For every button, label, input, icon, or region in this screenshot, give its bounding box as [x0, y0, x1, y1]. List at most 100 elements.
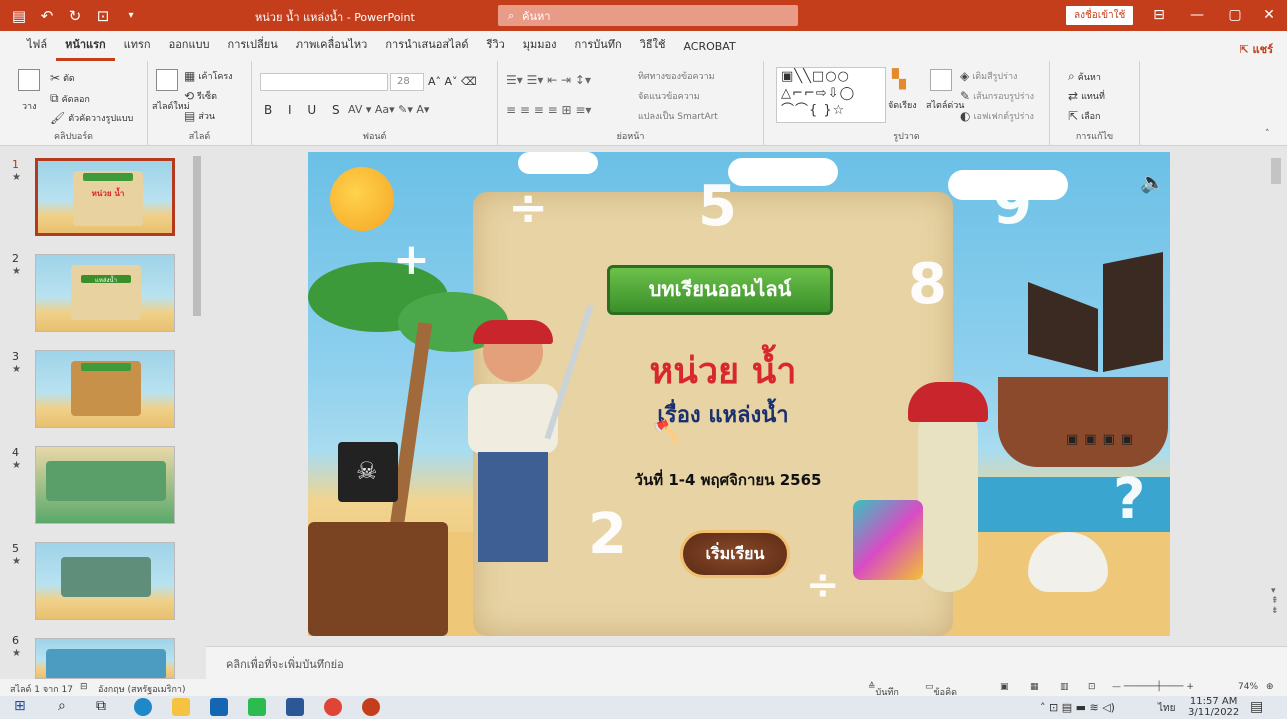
collapse-ribbon-icon[interactable]: ˄ [1265, 129, 1270, 139]
notification-icon[interactable]: ▤ [1250, 699, 1263, 715]
tab-animations[interactable]: ภาพเคลื่อนไหว [287, 35, 377, 61]
customize-qat-icon[interactable]: ▾ [120, 10, 142, 21]
scrollbar-thumb[interactable] [1271, 158, 1281, 184]
tab-file[interactable]: ไฟล์ [18, 35, 56, 61]
word-icon[interactable] [286, 698, 304, 716]
align-buttons[interactable]: ≡ ≡ ≡ ≡ ⊞ ≡▾ [506, 103, 591, 117]
slide-sorter-icon[interactable]: ▦ [1030, 682, 1039, 692]
line-app-icon[interactable] [248, 698, 266, 716]
clock[interactable]: 11:57 AM 3/11/2022 [1188, 696, 1239, 718]
arrange-button[interactable]: จัดเรียง [888, 98, 917, 112]
slide-nav-arrows[interactable]: ▾ ⇞ ⇟ [1271, 586, 1279, 616]
align-text-button[interactable]: จัดแนวข้อความ [638, 89, 700, 103]
tab-help[interactable]: วิธีใช้ [631, 35, 675, 61]
slideshow-icon[interactable]: ⊡ [1088, 682, 1096, 692]
format-painter-label: ตัวคัดวางรูปแบบ [68, 114, 134, 124]
normal-view-icon[interactable]: ▣ [1000, 682, 1009, 692]
reset-button[interactable]: ⟲ รีเซ็ต [184, 89, 217, 103]
format-painter-button[interactable]: 🖌 ตัวคัดวางรูปแบบ [50, 111, 133, 125]
cut-button[interactable]: ✂ ตัด [50, 71, 75, 85]
windows-start-icon[interactable]: ⊞ [14, 698, 32, 716]
minimize-icon[interactable]: — [1178, 0, 1216, 31]
save-icon[interactable]: ▤ [8, 7, 30, 25]
undo-icon[interactable]: ↶ [36, 7, 58, 25]
start-lesson-button[interactable]: เริ่มเรียน [680, 530, 790, 578]
slide-thumbnail[interactable] [35, 350, 175, 428]
font-name-box[interactable] [260, 73, 388, 91]
slide-scrollbar[interactable]: ▾ ⇞ ⇟ [1268, 146, 1284, 646]
slide-canvas[interactable]: ▣▣▣▣ ☠ 🔈 5 9 8 2 ? ÷ + ÷ บทเรียนออนไลน์ … [308, 152, 1170, 636]
quick-styles-icon[interactable] [930, 69, 952, 91]
tab-slideshow[interactable]: การนำเสนอสไลด์ [376, 35, 477, 61]
font-format-buttons[interactable]: B I U S [264, 103, 346, 117]
shape-effects-button[interactable]: ◐ เอฟเฟกต์รูปร่าง [960, 109, 1034, 123]
zoom-slider[interactable]: — ──────┼──── + [1112, 682, 1194, 692]
quick-styles-button[interactable]: สไตล์ด่วน [926, 98, 964, 112]
zoom-level[interactable]: 74% [1238, 682, 1258, 692]
paste-button[interactable]: วาง [22, 99, 37, 113]
replace-button[interactable]: ⇄ แทนที่ [1068, 89, 1105, 103]
font-grow-shrink[interactable]: A˄ A˅ ⌫ [428, 75, 477, 88]
comments-toggle[interactable]: ▭ ข้อคิดเห็น [925, 682, 957, 712]
tab-recording[interactable]: การบันทึก [566, 35, 631, 61]
paste-icon[interactable] [18, 69, 40, 91]
slide-date: วันที่ 1-4 พฤศจิกายน 2565 [634, 471, 822, 489]
share-button[interactable]: ⇱ แชร์ [1239, 40, 1273, 58]
slide-thumbnail[interactable]: แหล่งน้ำ [35, 254, 175, 332]
spellcheck-icon[interactable]: ⊟ [80, 682, 88, 692]
cursor-icon: ⇱ [1068, 109, 1079, 123]
file-explorer-icon[interactable] [172, 698, 190, 716]
system-tray-icons[interactable]: ˄ ⊡ ▤ ▬ ≋ ◁) [1040, 701, 1115, 714]
search-box[interactable]: ⌕ ค้นหา [498, 5, 798, 26]
notes-pane[interactable]: คลิกเพื่อที่จะเพิ่มบันทึกย่อ [206, 646, 1287, 679]
layout-button[interactable]: ▦ เค้าโครง [184, 69, 233, 83]
convert-smartart-button[interactable]: แปลงเป็น SmartArt [638, 109, 718, 123]
task-view-icon[interactable]: ⧉ [96, 698, 114, 716]
close-icon[interactable]: ✕ [1250, 0, 1287, 31]
mail-icon[interactable] [210, 698, 228, 716]
scrollbar-thumb[interactable] [193, 156, 201, 316]
slide-thumbnail[interactable] [35, 542, 175, 620]
font-size-box[interactable]: 28 [390, 73, 424, 91]
section-button[interactable]: ▤ ส่วน [184, 109, 215, 123]
tab-insert[interactable]: แทรก [115, 35, 160, 61]
tab-view[interactable]: มุมมอง [514, 35, 566, 61]
language-indicator[interactable]: อังกฤษ (สหรัฐอเมริกา) [98, 682, 186, 696]
select-button[interactable]: ⇱ เลือก [1068, 109, 1101, 123]
arrange-icon[interactable]: ▚ [892, 69, 906, 90]
chrome-icon[interactable] [324, 698, 342, 716]
animation-star-icon: ★ [12, 364, 21, 375]
slide-thumbnail[interactable] [35, 638, 175, 679]
reading-view-icon[interactable]: ▥ [1060, 682, 1069, 692]
signin-button[interactable]: ลงชื่อเข้าใช้ [1066, 6, 1134, 25]
tab-design[interactable]: ออกแบบ [160, 35, 219, 61]
shape-fill-button[interactable]: ◈ เติมสีรูปร่าง [960, 69, 1017, 83]
slide-thumbnail[interactable] [35, 446, 175, 524]
font-more-buttons[interactable]: AV ▾ Aa▾ ✎▾ A▾ [348, 103, 429, 116]
thumbnail-scrollbar[interactable] [190, 146, 204, 679]
start-from-beginning-icon[interactable]: ⊡ [92, 7, 114, 25]
find-button[interactable]: ⌕ ค้นหา [1068, 69, 1101, 84]
text-direction-button[interactable]: ทิศทางของข้อความ [638, 69, 715, 83]
shapes-gallery[interactable]: ▣╲╲□○○ △⌐⌐⇨⇩◯ ⌒⌒{ }☆ [776, 67, 886, 123]
powerpoint-icon[interactable] [362, 698, 380, 716]
new-slide-icon[interactable] [156, 69, 178, 91]
copy-button[interactable]: ⧉ คัดลอก [50, 91, 90, 106]
list-buttons[interactable]: ☰▾ ☰▾ ⇤ ⇥ ↕▾ [506, 73, 591, 87]
tab-review[interactable]: รีวิว [478, 35, 514, 61]
tab-transitions[interactable]: การเปลี่ยน [219, 35, 287, 61]
tab-home[interactable]: หน้าแรก [56, 35, 115, 61]
ribbon-display-icon[interactable]: ⊟ [1140, 0, 1178, 31]
notes-toggle[interactable]: ≙ บันทึกย่อ [868, 682, 899, 712]
input-language[interactable]: ไทย [1158, 701, 1175, 716]
maximize-icon[interactable]: ▢ [1216, 0, 1254, 31]
redo-icon[interactable]: ↻ [64, 7, 86, 25]
shape-outline-button[interactable]: ✎ เส้นกรอบรูปร่าง [960, 89, 1034, 103]
slide-thumbnail[interactable]: หน่วย น้ำ [35, 158, 175, 236]
speaker-icon[interactable]: 🔈 [1140, 170, 1165, 194]
tab-acrobat[interactable]: ACROBAT [674, 40, 744, 61]
fit-slide-icon[interactable]: ⊕ [1266, 682, 1274, 692]
edge-browser-icon[interactable] [134, 698, 152, 716]
search-icon[interactable]: ⌕ [58, 698, 76, 716]
ship-sail [1103, 252, 1163, 372]
